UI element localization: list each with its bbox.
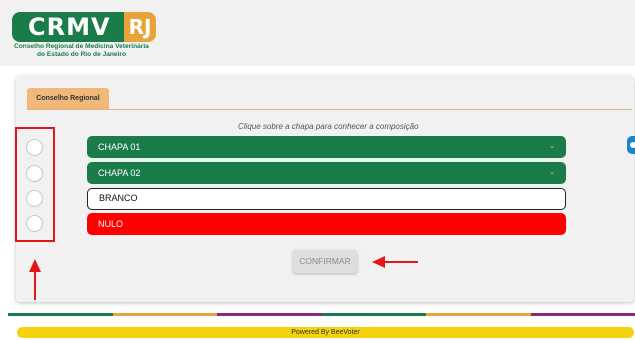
crmv-logo: CRMV RJ	[12, 12, 156, 42]
stripe	[112, 313, 217, 316]
stripe	[217, 313, 322, 316]
side-button-dot	[630, 142, 635, 148]
logo-subtitle-line2: do Estado do Rio de Janeiro	[37, 51, 127, 58]
option-label: BRANCO	[99, 193, 138, 203]
logo-subtitle-line1: Conselho Regional de Medicina Veterinári…	[14, 43, 149, 50]
option-label: CHAPA 01	[98, 142, 141, 152]
stripe	[426, 313, 531, 316]
option-chapa-01[interactable]: CHAPA 01 ⌄	[87, 136, 566, 158]
stripe	[8, 313, 113, 316]
chevron-down-icon: ⌄	[549, 143, 555, 150]
footer-bar: Powered By BeeVoter	[17, 327, 634, 338]
logo-badge: RJ	[124, 12, 156, 42]
radio-chapa-02[interactable]	[26, 165, 43, 182]
confirm-button[interactable]: CONFIRMAR	[293, 250, 357, 273]
tab-divider	[27, 109, 632, 110]
stripe	[530, 313, 635, 316]
accessibility-icon[interactable]	[627, 136, 635, 154]
chevron-down-icon: ⌄	[549, 169, 555, 176]
voting-page: CRMV RJ Conselho Regional de Medicina Ve…	[0, 0, 635, 340]
radio-branco[interactable]	[26, 190, 43, 207]
option-label: CHAPA 02	[98, 168, 141, 178]
footer-stripes	[8, 313, 635, 316]
option-chapa-02[interactable]: CHAPA 02 ⌄	[87, 162, 566, 184]
stripe	[321, 313, 426, 316]
radio-nulo[interactable]	[26, 215, 43, 232]
tab-conselho-regional[interactable]: Conselho Regional	[27, 88, 109, 110]
option-label: NULO	[98, 219, 124, 229]
option-branco[interactable]: BRANCO	[87, 188, 566, 210]
instruction-text: Clique sobre a chapa para conhecer a com…	[238, 122, 419, 131]
logo-text: CRMV	[12, 12, 124, 42]
radio-chapa-01[interactable]	[26, 139, 43, 156]
option-nulo[interactable]: NULO	[87, 213, 566, 235]
header: CRMV RJ Conselho Regional de Medicina Ve…	[0, 0, 635, 66]
